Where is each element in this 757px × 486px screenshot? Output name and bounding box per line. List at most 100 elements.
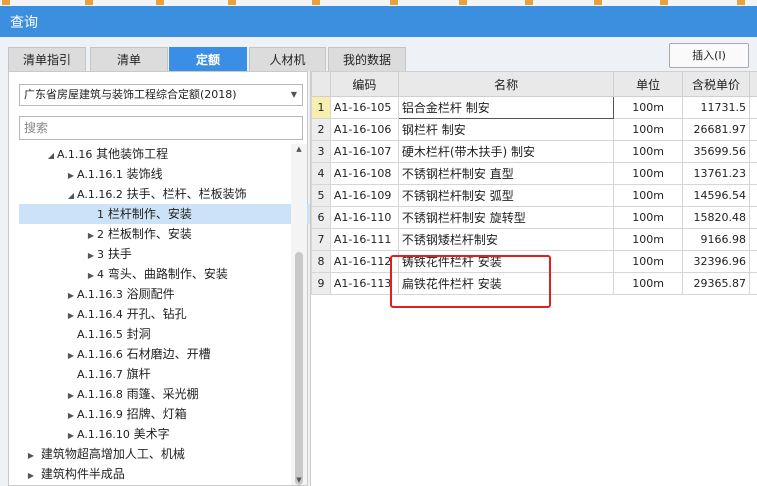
tree-node[interactable]: ◢ A.1.16 其他装饰工程: [45, 144, 168, 164]
tree-node[interactable]: ▶ A.1.16.6 石材磨边、开槽: [65, 344, 211, 364]
code-cell[interactable]: A1-16-112: [329, 250, 399, 273]
name-cell[interactable]: 扁铁花件栏杆 安装: [397, 272, 615, 295]
unit-cell[interactable]: 100m: [613, 228, 684, 251]
column-header-unit[interactable]: 单位: [613, 71, 684, 97]
code-cell[interactable]: A1-16-111: [329, 228, 399, 251]
row-index-cell[interactable]: 8: [311, 250, 331, 273]
expand-icon[interactable]: ▶: [65, 386, 77, 406]
name-cell[interactable]: 铸铁花件栏杆 安装: [397, 250, 615, 273]
table-row[interactable]: 8 A1-16-112 铸铁花件栏杆 安装 100m 32396.96: [311, 250, 757, 273]
table-row[interactable]: 1 A1-16-105 铝合金栏杆 制安 100m 11731.5: [311, 96, 757, 119]
expand-icon[interactable]: ▶: [65, 286, 77, 306]
tree-scrollbar[interactable]: ▲ ▼: [291, 144, 307, 485]
tree-node[interactable]: ▶ 3 扶手: [85, 244, 132, 264]
price-cell[interactable]: 11731.5: [682, 96, 750, 119]
name-cell[interactable]: 硬木栏杆(带木扶手) 制安: [397, 140, 615, 163]
column-header-price[interactable]: 含税单价: [682, 71, 750, 97]
expand-icon[interactable]: ▶: [65, 426, 77, 446]
unit-cell[interactable]: 100m: [613, 206, 684, 229]
table-row[interactable]: 3 A1-16-107 硬木栏杆(带木扶手) 制安 100m 35699.56: [311, 140, 757, 163]
price-cell[interactable]: 14596.54: [682, 184, 750, 207]
column-header-name[interactable]: 名称: [397, 71, 615, 97]
row-index-cell[interactable]: 2: [311, 118, 331, 141]
expand-icon[interactable]: ▶: [85, 246, 97, 266]
name-cell[interactable]: 钢栏杆 制安: [397, 118, 615, 141]
expand-icon[interactable]: ▶: [65, 406, 77, 426]
price-cell[interactable]: 32396.96: [682, 250, 750, 273]
code-cell[interactable]: A1-16-108: [329, 162, 399, 185]
unit-cell[interactable]: 100m: [613, 140, 684, 163]
name-cell[interactable]: 不锈钢栏杆制安 旋转型: [397, 206, 615, 229]
row-index-cell[interactable]: 4: [311, 162, 331, 185]
table-row[interactable]: 7 A1-16-111 不锈钢矮栏杆制安 100m 9166.98: [311, 228, 757, 251]
price-cell[interactable]: 9166.98: [682, 228, 750, 251]
code-cell[interactable]: A1-16-107: [329, 140, 399, 163]
code-cell[interactable]: A1-16-113: [329, 272, 399, 295]
tree-node[interactable]: ▶ A.1.16.9 招牌、灯箱: [65, 404, 187, 424]
collapse-icon[interactable]: ◢: [45, 146, 57, 166]
row-index-cell[interactable]: 9: [311, 272, 331, 295]
tree-node[interactable]: ▶ A.1.16.4 开孔、钻孔: [65, 304, 187, 324]
table-row[interactable]: 5 A1-16-109 不锈钢栏杆制安 弧型 100m 14596.54: [311, 184, 757, 207]
scroll-down-icon[interactable]: ▼: [291, 476, 307, 484]
unit-cell[interactable]: 100m: [613, 96, 684, 119]
tree-node[interactable]: A.1.16.5 封洞: [65, 324, 151, 344]
tree-node[interactable]: ▶ A.1.16.1 装饰线: [65, 164, 163, 184]
unit-cell[interactable]: 100m: [613, 250, 684, 273]
code-cell[interactable]: A1-16-110: [329, 206, 399, 229]
search-input[interactable]: 搜索: [19, 116, 303, 140]
unit-cell[interactable]: 100m: [613, 162, 684, 185]
table-row[interactable]: 9 A1-16-113 扁铁花件栏杆 安装 100m 29365.87: [311, 272, 757, 295]
tree-node[interactable]: ▶ 建筑构件半成品: [25, 464, 125, 484]
price-cell[interactable]: 35699.56: [682, 140, 750, 163]
unit-cell[interactable]: 100m: [613, 272, 684, 295]
tab-my-data[interactable]: 我的数据: [328, 47, 406, 71]
code-cell[interactable]: A1-16-106: [329, 118, 399, 141]
expand-icon[interactable]: ▶: [25, 446, 37, 466]
table-row[interactable]: 4 A1-16-108 不锈钢栏杆制安 直型 100m 13761.23: [311, 162, 757, 185]
scrollbar-thumb[interactable]: [295, 252, 303, 485]
name-cell[interactable]: 不锈钢栏杆制安 弧型: [397, 184, 615, 207]
tab-bill[interactable]: 清单: [90, 47, 168, 71]
row-index-cell[interactable]: 7: [311, 228, 331, 251]
expand-icon[interactable]: ▶: [65, 306, 77, 326]
price-cell[interactable]: 13761.23: [682, 162, 750, 185]
table-row[interactable]: 2 A1-16-106 钢栏杆 制安 100m 26681.97: [311, 118, 757, 141]
tree-node[interactable]: ▶ 2 栏板制作、安装: [85, 224, 192, 244]
tab-labor-material-machine[interactable]: 人材机: [249, 47, 326, 71]
column-header-code[interactable]: 编码: [329, 71, 399, 97]
unit-cell[interactable]: 100m: [613, 118, 684, 141]
row-index-cell[interactable]: 5: [311, 184, 331, 207]
expand-icon[interactable]: ▶: [85, 266, 97, 286]
row-index-cell[interactable]: 3: [311, 140, 331, 163]
tree-node[interactable]: ▶ 4 弯头、曲路制作、安装: [85, 264, 228, 284]
tree-node[interactable]: ▶ A.1.16.10 美术字: [65, 424, 170, 444]
expand-icon[interactable]: ▶: [25, 466, 37, 486]
collapse-icon[interactable]: ◢: [65, 186, 77, 206]
name-cell[interactable]: 铝合金栏杆 制安: [397, 96, 615, 119]
expand-icon[interactable]: ▶: [85, 226, 97, 246]
table-row[interactable]: 6 A1-16-110 不锈钢栏杆制安 旋转型 100m 15820.48: [311, 206, 757, 229]
tree-node[interactable]: ▶ A.1.16.3 浴厕配件: [65, 284, 175, 304]
tab-quota[interactable]: 定额: [169, 47, 247, 71]
expand-icon[interactable]: ▶: [65, 166, 77, 186]
quota-library-select[interactable]: 广东省房屋建筑与装饰工程综合定额(2018) ▼: [19, 84, 303, 106]
code-cell[interactable]: A1-16-109: [329, 184, 399, 207]
scroll-up-icon[interactable]: ▲: [291, 145, 307, 153]
tree-node[interactable]: A.1.16.7 旗杆: [65, 364, 151, 384]
unit-cell[interactable]: 100m: [613, 184, 684, 207]
price-cell[interactable]: 26681.97: [682, 118, 750, 141]
tree-node[interactable]: ▶ 建筑物超高增加人工、机械: [25, 444, 185, 464]
row-index-cell[interactable]: 6: [311, 206, 331, 229]
price-cell[interactable]: 29365.87: [682, 272, 750, 295]
expand-icon[interactable]: ▶: [65, 346, 77, 366]
tab-bill-guide[interactable]: 清单指引: [8, 47, 86, 71]
row-index-cell[interactable]: 1: [311, 96, 331, 119]
tree-node[interactable]: ◢ A.1.16.2 扶手、栏杆、栏板装饰: [65, 184, 247, 204]
price-cell[interactable]: 15820.48: [682, 206, 750, 229]
name-cell[interactable]: 不锈钢栏杆制安 直型: [397, 162, 615, 185]
name-cell[interactable]: 不锈钢矮栏杆制安: [397, 228, 615, 251]
insert-button[interactable]: 插入(I): [669, 43, 749, 68]
code-cell[interactable]: A1-16-105: [329, 96, 399, 119]
tree-node[interactable]: ▶ A.1.16.8 雨篷、采光棚: [65, 384, 199, 404]
